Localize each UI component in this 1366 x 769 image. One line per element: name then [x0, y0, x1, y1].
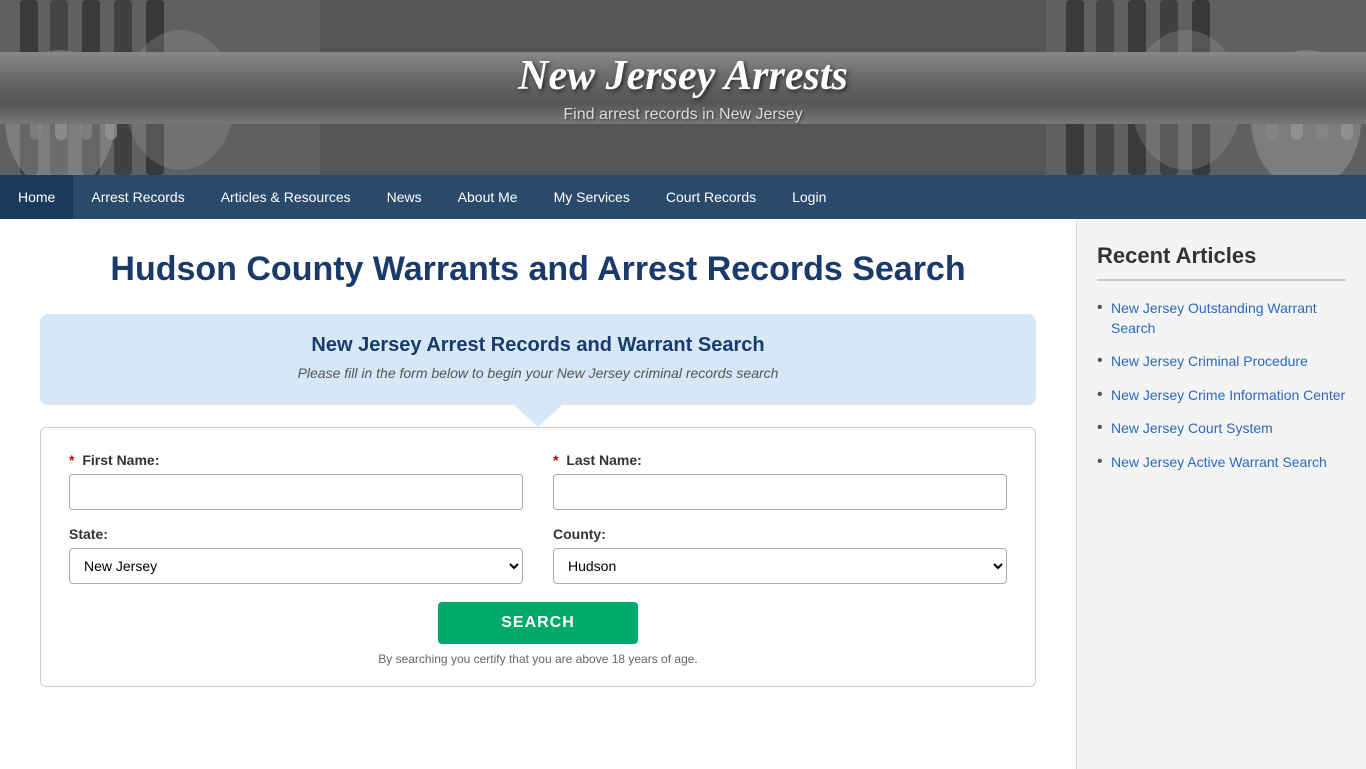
state-group: State: New Jersey New York Pennsylvania …: [69, 526, 523, 584]
name-row: * First Name: * Last Name:: [69, 452, 1007, 510]
nav-item-services[interactable]: My Services: [536, 175, 648, 219]
list-item: New Jersey Criminal Procedure: [1097, 352, 1346, 372]
location-row: State: New Jersey New York Pennsylvania …: [69, 526, 1007, 584]
first-name-required: *: [69, 452, 74, 468]
page-wrapper: Hudson County Warrants and Arrest Record…: [0, 219, 1366, 769]
nav-item-home[interactable]: Home: [0, 175, 73, 219]
state-label: State:: [69, 526, 523, 542]
nav-item-court-records[interactable]: Court Records: [648, 175, 774, 219]
site-banner: New Jersey Arrests Find arrest records i…: [0, 0, 1366, 175]
county-label: County:: [553, 526, 1007, 542]
nav-item-login[interactable]: Login: [774, 175, 844, 219]
search-form: * First Name: * Last Name:: [69, 452, 1007, 666]
sidebar-link-3[interactable]: New Jersey Crime Information Center: [1111, 387, 1345, 403]
nav-link-services[interactable]: My Services: [536, 175, 648, 219]
nav-item-arrest-records[interactable]: Arrest Records: [73, 175, 202, 219]
sidebar-link-5[interactable]: New Jersey Active Warrant Search: [1111, 454, 1327, 470]
first-name-group: * First Name:: [69, 452, 523, 510]
county-group: County: Hudson Essex Bergen Middlesex Mo…: [553, 526, 1007, 584]
first-name-label: * First Name:: [69, 452, 523, 468]
sidebar-heading: Recent Articles: [1097, 243, 1346, 281]
nav-item-articles[interactable]: Articles & Resources: [203, 175, 369, 219]
main-content: Hudson County Warrants and Arrest Record…: [0, 219, 1076, 769]
county-select[interactable]: Hudson Essex Bergen Middlesex Monmouth: [553, 548, 1007, 584]
last-name-group: * Last Name:: [553, 452, 1007, 510]
search-card-subtitle: Please fill in the form below to begin y…: [70, 365, 1006, 381]
nav-link-home[interactable]: Home: [0, 175, 73, 219]
form-disclaimer: By searching you certify that you are ab…: [69, 652, 1007, 666]
first-name-input[interactable]: [69, 474, 523, 510]
search-form-container: * First Name: * Last Name:: [40, 427, 1036, 687]
last-name-input[interactable]: [553, 474, 1007, 510]
list-item: New Jersey Crime Information Center: [1097, 386, 1346, 406]
sidebar-link-4[interactable]: New Jersey Court System: [1111, 420, 1273, 436]
site-title: New Jersey Arrests: [518, 52, 848, 100]
nav-link-news[interactable]: News: [369, 175, 440, 219]
last-name-label: * Last Name:: [553, 452, 1007, 468]
main-nav: Home Arrest Records Articles & Resources…: [0, 175, 1366, 219]
arrow-connector: [514, 405, 562, 427]
nav-link-login[interactable]: Login: [774, 175, 844, 219]
last-name-required: *: [553, 452, 558, 468]
nav-link-articles[interactable]: Articles & Resources: [203, 175, 369, 219]
nav-item-about[interactable]: About Me: [440, 175, 536, 219]
page-heading: Hudson County Warrants and Arrest Record…: [40, 249, 1036, 290]
nav-link-court-records[interactable]: Court Records: [648, 175, 774, 219]
nav-link-arrest-records[interactable]: Arrest Records: [73, 175, 202, 219]
list-item: New Jersey Court System: [1097, 419, 1346, 439]
nav-link-about[interactable]: About Me: [440, 175, 536, 219]
sidebar: Recent Articles New Jersey Outstanding W…: [1076, 219, 1366, 769]
sidebar-article-list: New Jersey Outstanding Warrant Search Ne…: [1097, 299, 1346, 473]
sidebar-link-2[interactable]: New Jersey Criminal Procedure: [1111, 353, 1308, 369]
list-item: New Jersey Outstanding Warrant Search: [1097, 299, 1346, 338]
state-select[interactable]: New Jersey New York Pennsylvania Connect…: [69, 548, 523, 584]
banner-center: New Jersey Arrests Find arrest records i…: [0, 52, 1366, 124]
sidebar-link-1[interactable]: New Jersey Outstanding Warrant Search: [1111, 300, 1317, 336]
search-card-title: New Jersey Arrest Records and Warrant Se…: [70, 334, 1006, 357]
nav-item-news[interactable]: News: [369, 175, 440, 219]
list-item: New Jersey Active Warrant Search: [1097, 453, 1346, 473]
search-card: New Jersey Arrest Records and Warrant Se…: [40, 314, 1036, 405]
search-button[interactable]: SEARCH: [438, 602, 638, 644]
site-subtitle: Find arrest records in New Jersey: [563, 106, 802, 124]
